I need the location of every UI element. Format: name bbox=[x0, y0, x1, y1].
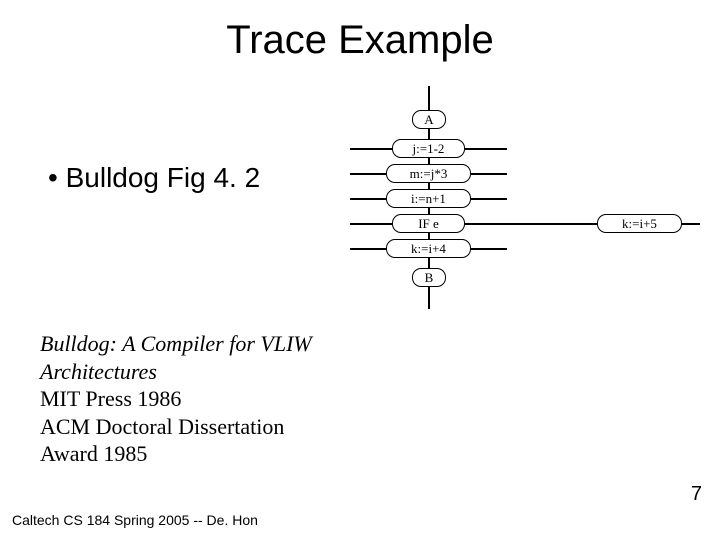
slide-title: Trace Example bbox=[0, 0, 720, 63]
node-k4: k:=i+4 bbox=[386, 239, 471, 258]
node-k5: k:=i+5 bbox=[597, 214, 682, 233]
footer-text: Caltech CS 184 Spring 2005 -- De. Hon bbox=[12, 512, 258, 528]
reference-block: Bulldog: A Compiler for VLIW Architectur… bbox=[40, 330, 340, 468]
node-m: m:=j*3 bbox=[386, 164, 471, 183]
edge bbox=[507, 223, 597, 225]
edge bbox=[682, 223, 700, 225]
edge bbox=[428, 258, 430, 268]
edge bbox=[428, 287, 430, 309]
edge bbox=[465, 148, 507, 150]
node-if: IF e bbox=[392, 214, 465, 233]
node-B: B bbox=[412, 268, 446, 287]
edge bbox=[428, 86, 430, 110]
edge bbox=[350, 148, 392, 150]
edge bbox=[428, 129, 430, 139]
edge bbox=[350, 198, 386, 200]
reference-line-2: ACM Doctoral Dissertation Award 1985 bbox=[40, 414, 284, 467]
node-i: i:=n+1 bbox=[386, 189, 471, 208]
bullet-item: • Bulldog Fig 4. 2 bbox=[48, 162, 260, 194]
page-number: 7 bbox=[691, 483, 702, 506]
flow-diagram: A j:=1-2 m:=j*3 i:=n+1 IF e k:=i+4 B k:=… bbox=[330, 86, 700, 316]
edge bbox=[465, 223, 507, 225]
edge bbox=[350, 223, 392, 225]
node-j: j:=1-2 bbox=[392, 139, 465, 158]
reference-book-title: Bulldog: A Compiler for VLIW Architectur… bbox=[40, 331, 312, 384]
edge bbox=[471, 198, 507, 200]
edge bbox=[471, 173, 507, 175]
edge bbox=[350, 173, 386, 175]
edge bbox=[350, 248, 386, 250]
bullet-text: Bulldog Fig 4. 2 bbox=[66, 162, 261, 193]
reference-line-1: MIT Press 1986 bbox=[40, 386, 181, 411]
edge bbox=[471, 248, 507, 250]
node-A: A bbox=[412, 110, 446, 129]
